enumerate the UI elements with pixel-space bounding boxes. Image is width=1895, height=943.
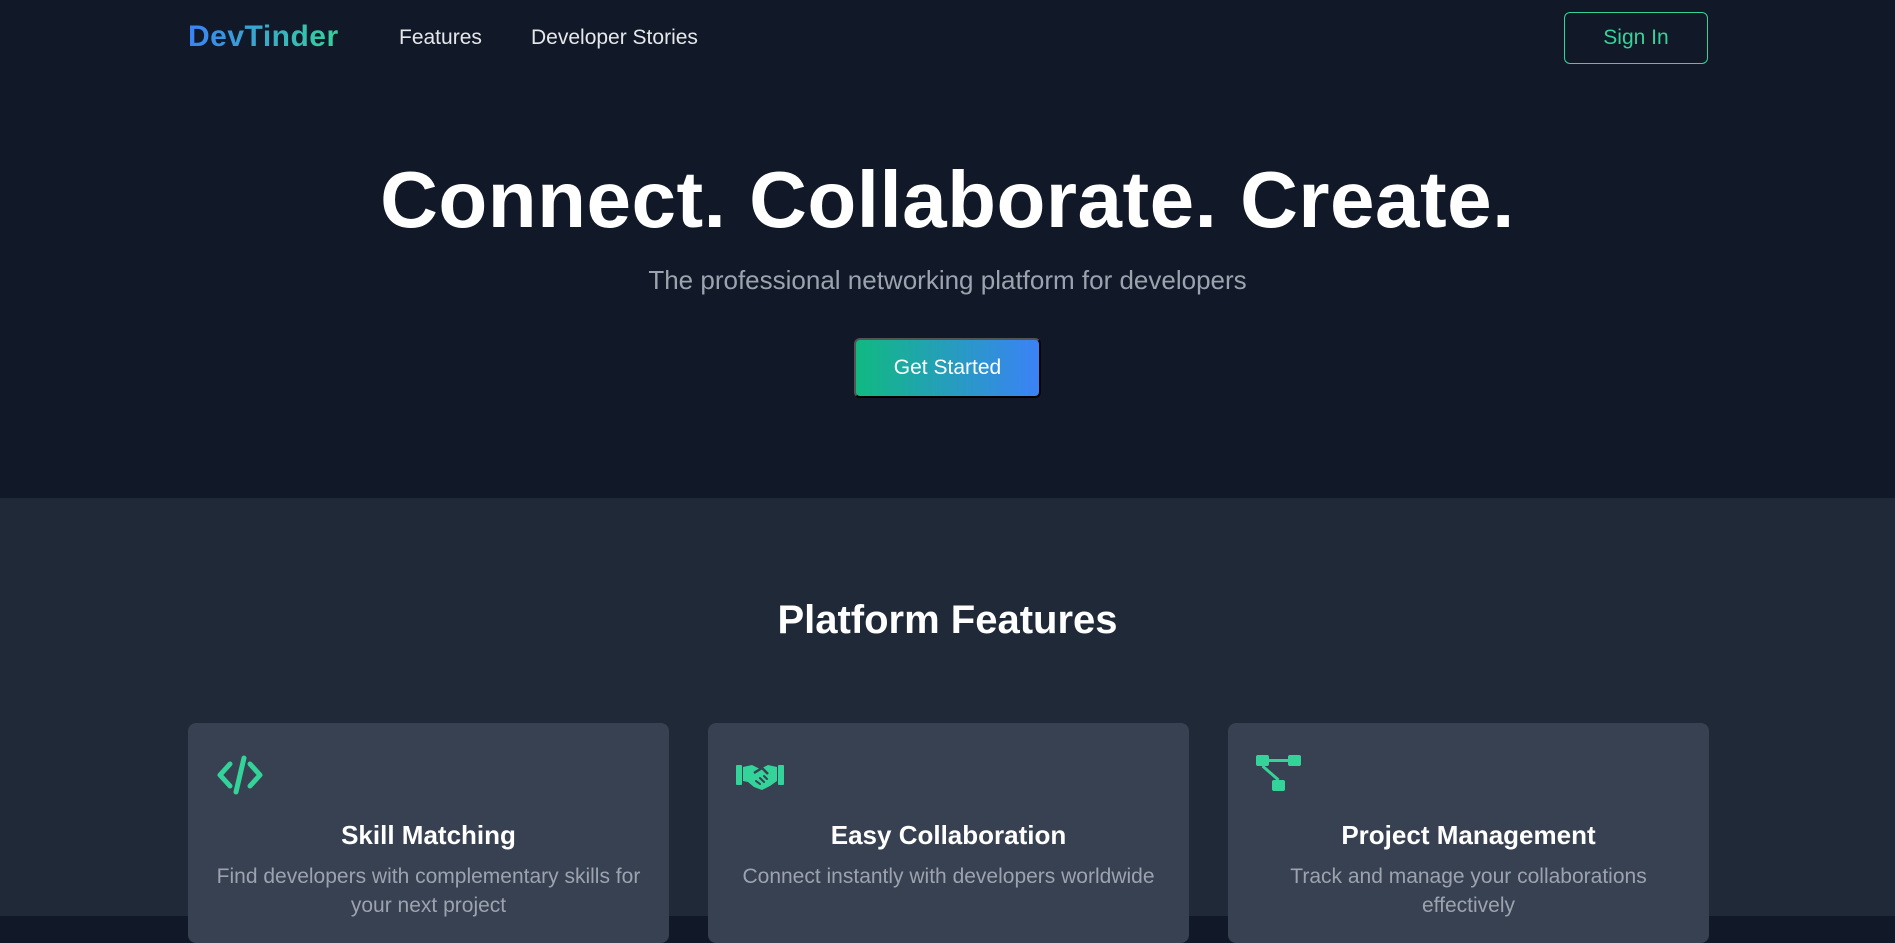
handshake-icon — [736, 755, 784, 795]
features-section: Platform Features Skill Matching Find de… — [0, 498, 1895, 943]
project-diagram-icon — [1256, 755, 1304, 795]
card-description: Connect instantly with developers worldw… — [742, 865, 1155, 888]
hero-subtitle: The professional networking platform for… — [648, 265, 1247, 295]
nav-link-features[interactable]: Features — [399, 26, 482, 50]
get-started-button[interactable]: Get Started — [854, 338, 1041, 398]
features-title: Platform Features — [777, 598, 1118, 642]
logo[interactable]: DevTinder — [188, 20, 339, 54]
hero-section: Connect. Collaborate. Create. The profes… — [0, 76, 1895, 498]
card-title: Skill Matching — [341, 820, 516, 850]
card-description: Track and manage your collaborations eff… — [1290, 865, 1647, 917]
feature-card-project-management: Project Management Track and manage your… — [1228, 723, 1709, 943]
sign-in-button[interactable]: Sign In — [1564, 12, 1708, 64]
feature-card-skill-matching: Skill Matching Find developers with comp… — [188, 723, 669, 943]
nav-link-developer-stories[interactable]: Developer Stories — [531, 26, 698, 50]
card-description: Find developers with complementary skill… — [216, 865, 641, 917]
card-title: Project Management — [1341, 820, 1596, 850]
feature-card-easy-collaboration: Easy Collaboration Connect instantly wit… — [708, 723, 1189, 943]
top-navbar: DevTinder Features Developer Stories Sig… — [0, 0, 1895, 76]
hero-title: Connect. Collaborate. Create. — [380, 155, 1515, 244]
card-title: Easy Collaboration — [830, 820, 1067, 850]
code-icon — [216, 755, 264, 795]
